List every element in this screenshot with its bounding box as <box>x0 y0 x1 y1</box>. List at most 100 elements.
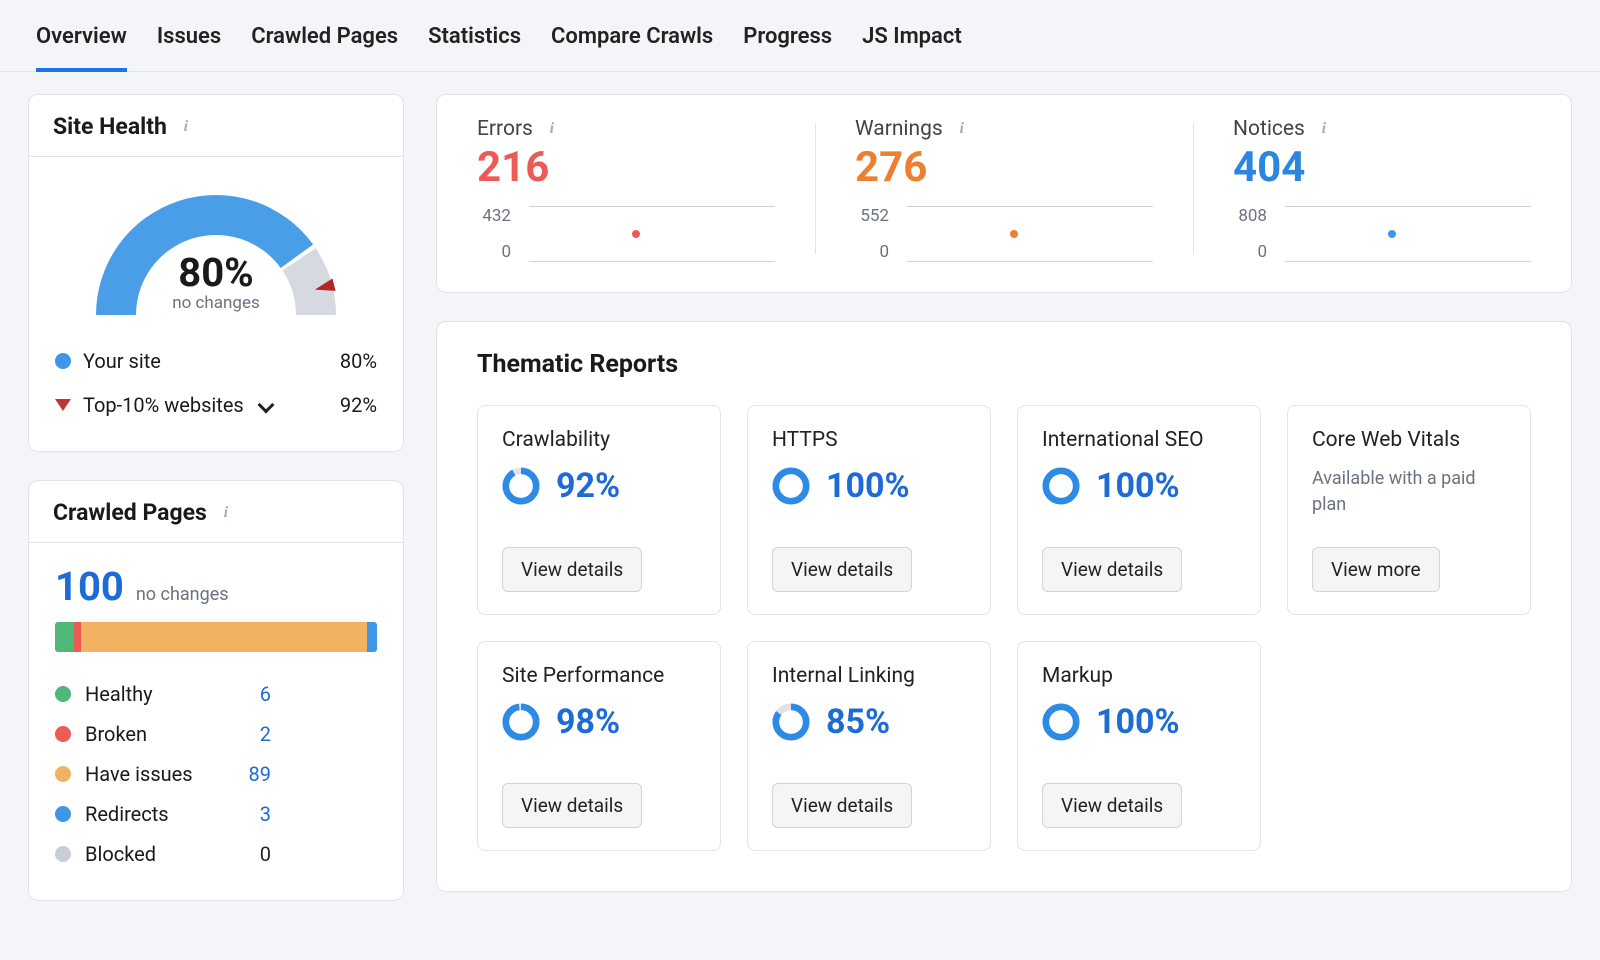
gauge-label: 80% no changes <box>76 253 356 313</box>
crawled-sub: no changes <box>136 584 229 605</box>
view-details-button[interactable]: View details <box>502 783 642 828</box>
thematic-score: 85% <box>772 702 966 742</box>
triangle-down-icon <box>55 399 71 411</box>
thematic-card-site-performance: Site Performance98%View details <box>477 641 721 851</box>
issue-stats-card: Errorsi2164320Warningsi2765520Noticesi40… <box>436 94 1572 293</box>
bar-segment-redirects <box>367 622 377 652</box>
spark-dot-icon <box>632 230 640 238</box>
stat-sparkline: 8080 <box>1233 206 1531 262</box>
crawled-pages-summary: 100 no changes <box>29 543 403 670</box>
thematic-card-title: International SEO <box>1042 428 1236 452</box>
view-details-button[interactable]: View details <box>772 547 912 592</box>
thematic-score: 100% <box>1042 702 1236 742</box>
crawled-row-redirects[interactable]: Redirects3 <box>55 794 377 834</box>
chevron-down-icon[interactable] <box>257 397 274 414</box>
info-icon[interactable]: i <box>177 118 195 136</box>
legend-value: 92% <box>340 393 377 417</box>
stat-title: Warningsi <box>855 117 1153 141</box>
view-more-button[interactable]: View more <box>1312 547 1440 592</box>
thematic-card-crawlability: Crawlability 92% View details <box>477 405 721 615</box>
view-details-button[interactable]: View details <box>1042 547 1182 592</box>
crawled-pages-card: Crawled Pages i 100 no changes Healthy6B… <box>28 480 404 901</box>
crawled-row-blocked[interactable]: Blocked0 <box>55 834 377 874</box>
site-health-gauge: 80% no changes <box>29 157 403 323</box>
crawled-row-value: 6 <box>235 682 271 706</box>
legend-dot-icon <box>55 353 71 369</box>
site-health-title: Site Health <box>53 113 167 140</box>
crawled-row-broken[interactable]: Broken2 <box>55 714 377 754</box>
info-icon[interactable]: i <box>953 120 971 138</box>
crawled-row-value: 3 <box>235 802 271 826</box>
crawled-row-label: Healthy <box>85 682 235 706</box>
donut-icon <box>502 703 540 741</box>
legend-row: Your site80% <box>55 339 377 383</box>
legend-label: Your site <box>83 349 161 373</box>
stat-errors[interactable]: Errorsi2164320 <box>437 117 815 262</box>
stat-title: Noticesi <box>1233 117 1531 141</box>
crawled-stacked-bar <box>55 622 377 652</box>
crawled-row-healthy[interactable]: Healthy6 <box>55 674 377 714</box>
crawled-row-label: Redirects <box>85 802 235 826</box>
thematic-card-international-seo: International SEO 100% View details <box>1017 405 1261 615</box>
thematic-card-core-web-vitals: Core Web Vitals Available with a paid pla… <box>1287 405 1531 615</box>
thematic-card-internal-linking: Internal Linking85%View details <box>747 641 991 851</box>
spark-dot-icon <box>1388 230 1396 238</box>
stat-value: 216 <box>477 143 775 192</box>
view-details-button[interactable]: View details <box>772 783 912 828</box>
thematic-reports-card: Thematic Reports Crawlability 92% View det… <box>436 321 1572 892</box>
site-health-legend: Your site80%Top-10% websites92% <box>29 323 403 451</box>
view-details-button[interactable]: View details <box>1042 783 1182 828</box>
crawled-row-value: 2 <box>235 722 271 746</box>
thematic-title: Thematic Reports <box>477 350 1531 379</box>
tab-overview[interactable]: Overview <box>36 0 127 71</box>
legend-dot-icon <box>55 806 71 822</box>
gauge-sub: no changes <box>76 293 356 313</box>
gauge-chart: 80% no changes <box>76 175 356 315</box>
stat-sparkline: 4320 <box>477 206 775 262</box>
legend-row[interactable]: Top-10% websites92% <box>55 383 377 427</box>
tab-statistics[interactable]: Statistics <box>428 0 521 71</box>
thematic-score: 98% <box>502 702 696 742</box>
thematic-percent: 92% <box>556 466 620 506</box>
thematic-score: 92% <box>502 466 696 506</box>
thematic-card-title: HTTPS <box>772 428 966 452</box>
paid-note: Available with a paid plan <box>1312 466 1506 518</box>
stat-sparkline: 5520 <box>855 206 1153 262</box>
tab-progress[interactable]: Progress <box>743 0 832 71</box>
crawled-row-value: 89 <box>235 762 271 786</box>
stat-warnings[interactable]: Warningsi2765520 <box>815 117 1193 262</box>
crawled-row-label: Blocked <box>85 842 235 866</box>
thematic-card-title: Markup <box>1042 664 1236 688</box>
thematic-percent: 100% <box>1096 466 1180 506</box>
site-health-header: Site Health i <box>29 95 403 157</box>
main-column: Errorsi2164320Warningsi2765520Noticesi40… <box>436 94 1572 901</box>
info-icon[interactable]: i <box>543 120 561 138</box>
thematic-card-title: Crawlability <box>502 428 696 452</box>
crawled-total[interactable]: 100 <box>55 563 124 610</box>
thematic-card-https: HTTPS 100% View details <box>747 405 991 615</box>
tab-js-impact[interactable]: JS Impact <box>862 0 962 71</box>
crawled-row-label: Broken <box>85 722 235 746</box>
gauge-percent: 80% <box>76 253 356 293</box>
spark-dot-icon <box>1010 230 1018 238</box>
tab-compare-crawls[interactable]: Compare Crawls <box>551 0 713 71</box>
sidebar: Site Health i 80% no changes Your site80… <box>28 94 404 901</box>
legend-dot-icon <box>55 686 71 702</box>
stat-notices[interactable]: Noticesi4048080 <box>1193 117 1571 262</box>
legend-dot-icon <box>55 846 71 862</box>
info-icon[interactable]: i <box>1315 120 1333 138</box>
thematic-card-title: Core Web Vitals <box>1312 428 1506 452</box>
tab-bar: Overview Issues Crawled Pages Statistics Com… <box>0 0 1600 72</box>
thematic-score: 100% <box>772 466 966 506</box>
info-icon[interactable]: i <box>217 504 235 522</box>
thematic-percent: 85% <box>826 702 890 742</box>
legend-dot-icon <box>55 766 71 782</box>
donut-icon <box>502 467 540 505</box>
thematic-percent: 100% <box>826 466 910 506</box>
tab-crawled-pages[interactable]: Crawled Pages <box>251 0 398 71</box>
tab-issues[interactable]: Issues <box>157 0 221 71</box>
thematic-percent: 100% <box>1096 702 1180 742</box>
view-details-button[interactable]: View details <box>502 547 642 592</box>
thematic-card-markup: Markup 100% View details <box>1017 641 1261 851</box>
crawled-row-have-issues[interactable]: Have issues89 <box>55 754 377 794</box>
